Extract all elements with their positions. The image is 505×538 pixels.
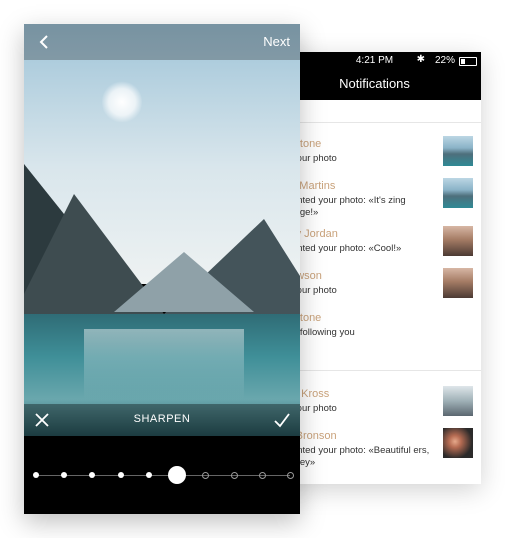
notification-text: d your photo (284, 153, 337, 164)
battery-icon (459, 57, 477, 66)
slider-stop[interactable] (61, 472, 67, 478)
notification-text: d your photo (284, 403, 337, 414)
photo-thumbnail[interactable] (443, 428, 473, 458)
slider-stop[interactable] (202, 472, 209, 479)
slider-stop[interactable] (231, 472, 238, 479)
bluetooth-icon: ✱ (416, 54, 425, 65)
slider-stop[interactable] (146, 472, 152, 478)
next-button[interactable]: Next (263, 34, 290, 49)
edited-photo (24, 24, 300, 436)
photo-editor-screen: Next SHARPEN (24, 24, 300, 514)
photo-thumbnail[interactable] (443, 268, 473, 298)
photo-thumbnail[interactable] (443, 136, 473, 166)
sharpen-slider[interactable] (24, 436, 300, 514)
slider-stop[interactable] (33, 472, 39, 478)
notification-text: mented your photo: «Beautiful ers, honey… (284, 445, 430, 468)
slider-stop[interactable] (118, 472, 124, 478)
photo-thumbnail[interactable] (443, 386, 473, 416)
photo-thumbnail[interactable] (443, 226, 473, 256)
slider-track[interactable] (36, 475, 290, 476)
slider-stop[interactable] (287, 472, 294, 479)
notification-text: d your photo (284, 285, 337, 296)
slider-thumb[interactable] (168, 466, 186, 484)
checkmark-icon[interactable] (272, 410, 292, 430)
editor-top-bar: Next (24, 24, 300, 60)
notification-text: mented your photo: «Cool!» (284, 243, 402, 254)
notification-text: mented your photo: «It's zing bridge!» (284, 195, 406, 218)
battery-percent: 22% (434, 55, 455, 66)
tool-bar: SHARPEN (24, 404, 300, 436)
tool-title: SHARPEN (133, 413, 191, 425)
chevron-left-icon[interactable] (32, 30, 56, 54)
slider-stop[interactable] (89, 472, 95, 478)
notification-text: ted following you (284, 327, 355, 338)
photo-thumbnail[interactable] (443, 178, 473, 208)
slider-stop[interactable] (259, 472, 266, 479)
